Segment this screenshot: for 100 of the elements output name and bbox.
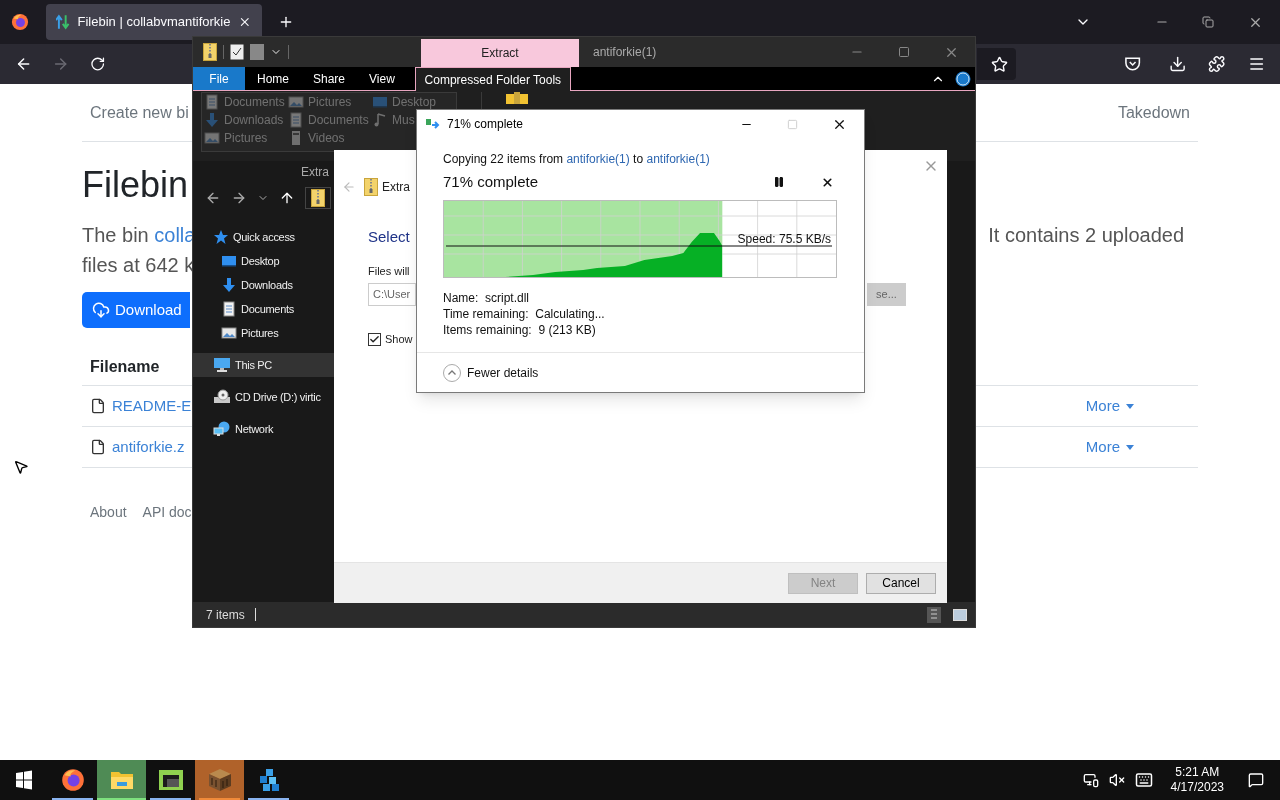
picture-icon	[204, 130, 220, 146]
reload-icon[interactable]	[89, 56, 105, 72]
app-window-icon	[157, 769, 184, 791]
nav-pane-item[interactable]: This PC	[193, 353, 335, 377]
picture-icon	[288, 94, 304, 110]
zip-folder-icon	[364, 178, 378, 196]
menu-icon[interactable]	[1247, 55, 1265, 73]
field-label: Files will	[368, 263, 410, 279]
checkbox-label: Show	[385, 332, 413, 347]
cancel-icon[interactable]	[821, 175, 834, 189]
speed-label: Speed: 75.5 KB/s	[737, 231, 831, 248]
bookmark-star-icon[interactable]	[990, 55, 1008, 73]
keyboard-icon[interactable]	[1134, 771, 1153, 789]
collapse-icon	[443, 363, 461, 382]
nav-pane-item[interactable]: Pictures	[193, 321, 335, 345]
ribbon-tab[interactable]: Compressed Folder Tools	[414, 67, 571, 91]
zip-folder-icon	[203, 43, 217, 61]
picture-icon	[221, 325, 237, 341]
file-link[interactable]: antiforkie.z	[112, 435, 185, 459]
window-title: antiforkie(1)	[593, 44, 657, 61]
nav-pane-item[interactable]: Downloads	[193, 273, 335, 297]
context-tab-header: Extract	[421, 39, 579, 67]
firefox-icon	[60, 768, 85, 792]
arrows-icon	[56, 14, 70, 30]
address-bar[interactable]	[977, 48, 1016, 80]
caret-icon	[1126, 444, 1134, 450]
caret-icon	[1126, 403, 1134, 409]
maximize-icon[interactable]	[898, 46, 910, 58]
pc-icon	[213, 357, 231, 373]
desktop-icon	[372, 94, 388, 110]
forward-icon[interactable]	[231, 190, 247, 206]
file-icon	[90, 439, 106, 455]
copy-icon	[426, 118, 442, 130]
ribbon-group-label: Extra	[301, 164, 329, 181]
file-link[interactable]: README-E	[112, 394, 192, 418]
progress-heading: 71% complete	[443, 171, 539, 192]
address-bar[interactable]	[305, 187, 331, 209]
file-icon	[90, 398, 106, 414]
nav-pane-item[interactable]: Desktop	[193, 249, 335, 273]
zip-folder-icon	[311, 189, 325, 207]
wizard-title: Extra	[382, 179, 410, 196]
downloads-icon[interactable]	[1169, 55, 1187, 73]
footer-link[interactable]: About	[90, 502, 127, 523]
cancel-button[interactable]: Cancel	[866, 572, 936, 594]
browser-menu-icon	[11, 13, 29, 31]
browse-button[interactable]: se...	[867, 283, 906, 306]
extensions-icon[interactable]	[1208, 55, 1226, 73]
details-view-icon[interactable]	[927, 606, 941, 623]
up-icon[interactable]	[279, 190, 295, 206]
ribbon-tab[interactable]: Home	[245, 67, 301, 90]
new-tab-icon[interactable]	[278, 14, 294, 30]
folder-icon[interactable]	[506, 92, 528, 104]
copy-summary: Copying 22 items from antiforkie(1) to antiforkie(1)	[443, 151, 711, 168]
destination-field[interactable]: C:\User	[368, 283, 416, 306]
back-icon[interactable]	[205, 190, 221, 206]
crafting-table-icon	[207, 768, 232, 792]
pocket-icon[interactable]	[1123, 55, 1142, 73]
dialog-title: 71% complete	[447, 116, 524, 133]
folder-link[interactable]: antiforkie(1)	[566, 152, 630, 166]
browser-tab[interactable]: Filebin | collabvmantiforkie	[46, 4, 262, 40]
document-icon	[221, 301, 237, 317]
nav-pane-item[interactable]: Quick access	[193, 225, 335, 249]
taskbar-app[interactable]	[195, 760, 244, 800]
detail-line: Time remaining: Calculating...	[443, 306, 606, 322]
ribbon-tab[interactable]: File	[193, 67, 245, 90]
star-icon	[213, 229, 229, 245]
download-icon	[204, 112, 220, 128]
properties-icon[interactable]	[230, 44, 244, 60]
cd-icon	[213, 389, 231, 405]
clock[interactable]: 5:21 AM 4/17/2023	[1170, 765, 1224, 795]
network-icon[interactable]	[1082, 772, 1099, 788]
pause-icon[interactable]	[773, 176, 785, 188]
large-icons-view-icon[interactable]	[953, 608, 967, 621]
download-button[interactable]: Download	[82, 292, 190, 328]
nav-pane-item[interactable]: Documents	[193, 297, 335, 321]
more-dropdown[interactable]: More	[1085, 435, 1134, 459]
nav-pane-item[interactable]: CD Drive (D:) virtic	[193, 385, 335, 409]
detail-line: Name: script.dll	[443, 290, 531, 306]
ribbon-tab[interactable]: Share	[301, 67, 358, 90]
nav-link[interactable]: Takedown	[1117, 100, 1190, 125]
folder-link[interactable]: antiforkie(1)	[646, 152, 710, 166]
detail-line: Items remaining: 9 (213 KB)	[443, 322, 597, 338]
document-icon	[204, 94, 220, 110]
more-dropdown[interactable]: More	[1085, 394, 1134, 418]
close-tab-icon[interactable]	[238, 15, 252, 29]
volume-muted-icon[interactable]	[1108, 772, 1125, 788]
nav-pane-item[interactable]: Network	[193, 417, 335, 441]
wizard-heading: Select	[368, 227, 410, 247]
checkbox[interactable]	[368, 332, 381, 346]
ribbon-tab[interactable]: View	[357, 67, 407, 90]
nav-link[interactable]: Create new bi	[90, 100, 189, 125]
network-icon	[213, 421, 231, 437]
footer-link[interactable]: API doc	[142, 502, 192, 523]
bin-description: It contains 2 uploaded	[988, 223, 1184, 248]
fewer-details-button[interactable]: Fewer details	[443, 363, 539, 382]
notifications-icon[interactable]	[1248, 772, 1264, 788]
tab-title: Filebin | collabvmantiforkie	[77, 13, 231, 32]
column-header: Filename	[90, 356, 160, 377]
cloud-download-icon	[92, 301, 110, 319]
restore-icon[interactable]	[1202, 16, 1214, 28]
